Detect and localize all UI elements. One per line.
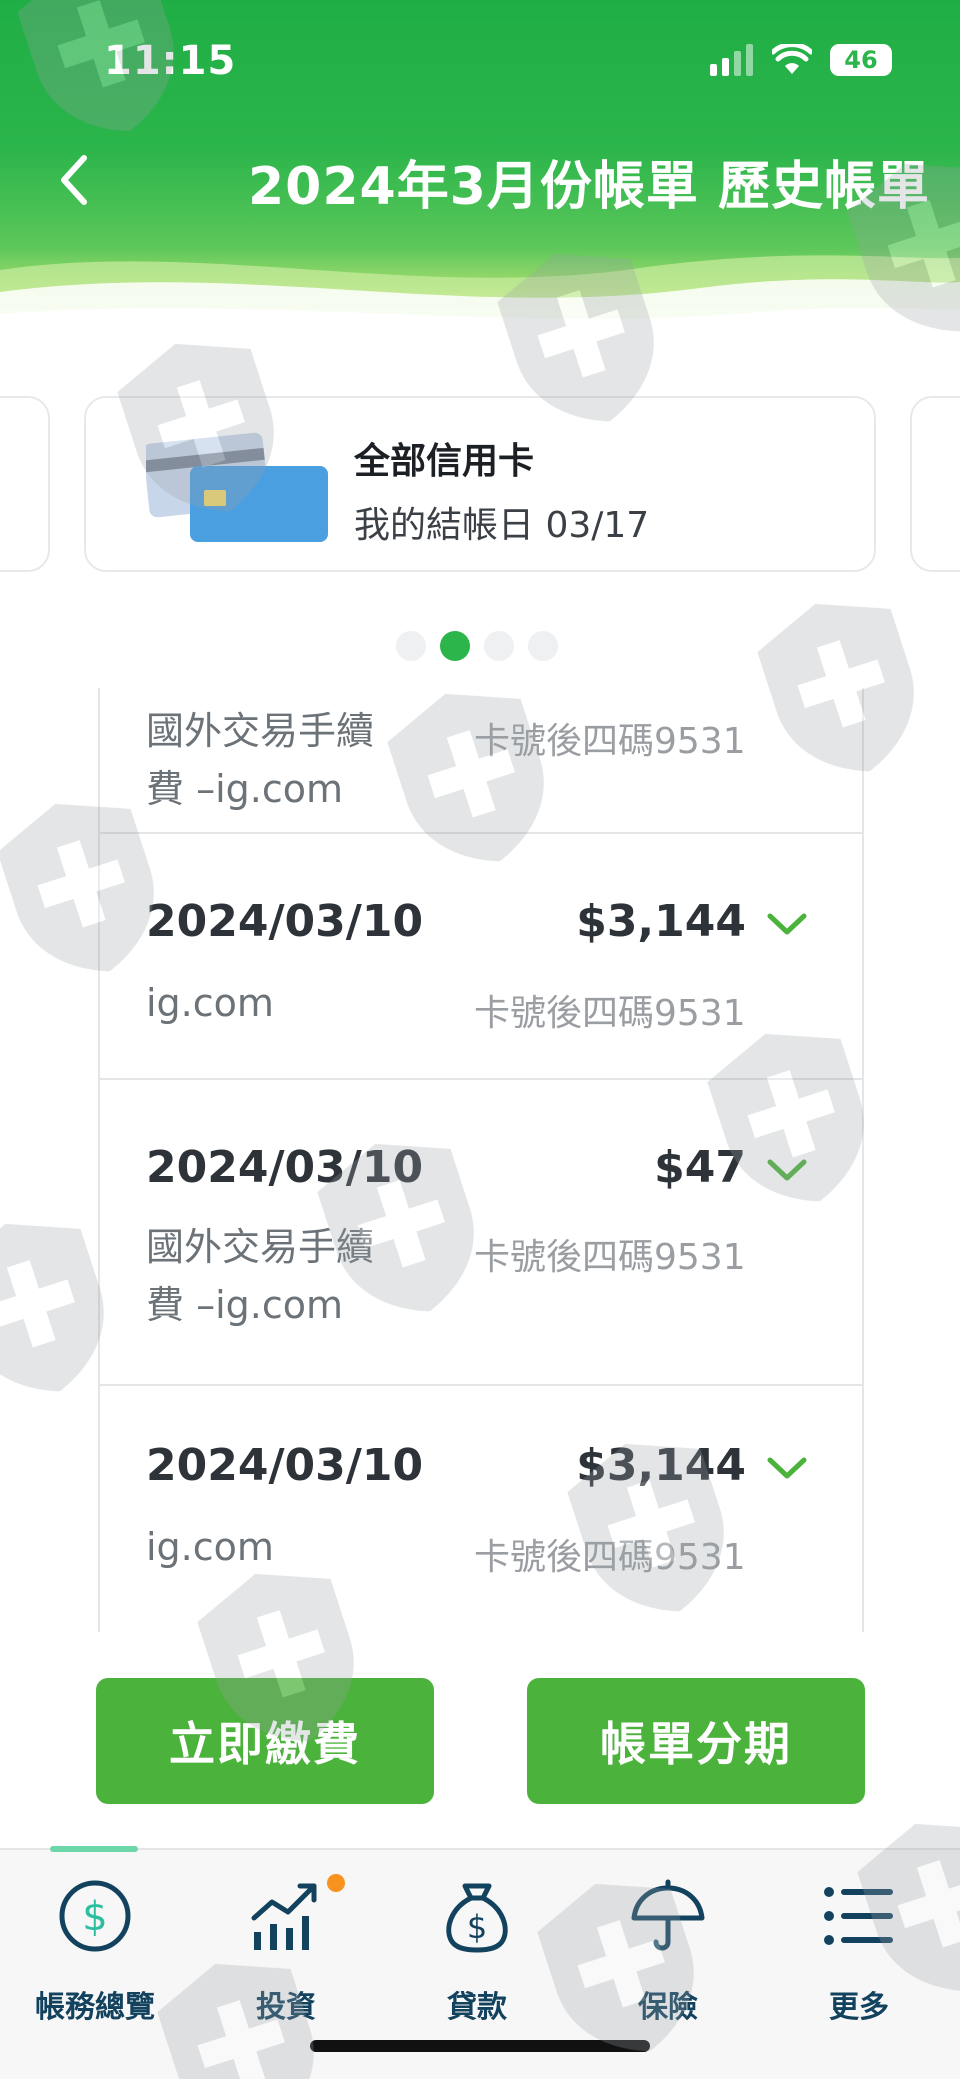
tab-label: 貸款 bbox=[447, 1990, 507, 2025]
tab-more[interactable]: 更多 bbox=[784, 1878, 934, 2025]
svg-text:$: $ bbox=[467, 1908, 487, 1946]
investment-chart-icon bbox=[251, 1883, 317, 1950]
transaction-date: 2024/03/10 bbox=[146, 1142, 424, 1193]
transaction-list[interactable]: 國外交易手續 費 –ig.com 卡號後四碼9531 2024/03/10 $3… bbox=[98, 688, 864, 1632]
chevron-down-icon[interactable] bbox=[766, 1156, 808, 1184]
credit-cards-icon bbox=[146, 432, 328, 542]
transaction-date: 2024/03/10 bbox=[146, 896, 424, 947]
status-icons: 46 bbox=[710, 44, 892, 76]
installment-button[interactable]: 帳單分期 bbox=[527, 1678, 865, 1804]
tab-insurance[interactable]: 保險 bbox=[593, 1878, 743, 2025]
notification-badge bbox=[327, 1874, 345, 1892]
transaction-card-number: 卡號後四碼9531 bbox=[474, 1537, 746, 1578]
wifi-icon bbox=[772, 44, 812, 74]
transaction-date: 2024/03/10 bbox=[146, 1440, 424, 1491]
money-bag-icon: $ bbox=[446, 1883, 508, 1953]
card-carousel-next-peek[interactable] bbox=[910, 396, 960, 572]
card-title: 全部信用卡 bbox=[354, 441, 535, 482]
dollar-circle-icon: $ bbox=[59, 1880, 131, 1952]
tab-loan[interactable]: $ 貸款 bbox=[402, 1878, 552, 2025]
tab-label: 帳務總覽 bbox=[35, 1990, 155, 2025]
transaction-card-number: 卡號後四碼9531 bbox=[474, 721, 746, 762]
status-time: 11:15 bbox=[104, 38, 237, 84]
pay-now-button[interactable]: 立即繳費 bbox=[96, 1678, 434, 1804]
transaction-row[interactable]: 2024/03/10 $47 國外交易手續 費 –ig.com 卡號後四碼953… bbox=[100, 1080, 862, 1386]
chevron-down-icon[interactable] bbox=[766, 910, 808, 938]
transaction-merchant: 國外交易手續 費 –ig.com bbox=[146, 709, 375, 811]
transaction-merchant: ig.com bbox=[146, 1525, 274, 1569]
signal-icon bbox=[710, 44, 753, 76]
back-button[interactable] bbox=[52, 148, 96, 212]
battery-indicator: 46 bbox=[830, 44, 892, 76]
action-bar: 立即繳費 帳單分期 bbox=[0, 1632, 960, 1848]
page-title: 2024年3月份帳單 歷史帳單 bbox=[248, 157, 931, 217]
tab-label: 投資 bbox=[256, 1990, 316, 2025]
pagination-dot[interactable] bbox=[528, 631, 558, 661]
home-indicator bbox=[310, 2040, 650, 2052]
pagination-dot[interactable] bbox=[484, 631, 514, 661]
transaction-merchant: ig.com bbox=[146, 981, 274, 1025]
active-tab-indicator bbox=[50, 1846, 138, 1852]
tab-label: 保險 bbox=[638, 1990, 698, 2025]
carousel-pagination bbox=[396, 631, 558, 661]
transaction-amount: $47 bbox=[654, 1142, 746, 1193]
transaction-card-number: 卡號後四碼9531 bbox=[474, 993, 746, 1034]
menu-list-icon bbox=[824, 1887, 893, 1945]
card-carousel-prev-peek[interactable] bbox=[0, 396, 50, 572]
app-header: 11:15 46 2024年3月份帳單 歷史帳單 bbox=[0, 0, 960, 330]
transaction-merchant: 國外交易手續 費 –ig.com bbox=[146, 1225, 375, 1327]
umbrella-icon bbox=[631, 1879, 705, 1951]
tab-account-overview[interactable]: $ 帳務總覽 bbox=[20, 1878, 170, 2025]
tab-investment[interactable]: 投資 bbox=[211, 1874, 361, 2025]
chevron-down-icon[interactable] bbox=[766, 1454, 808, 1482]
svg-text:$: $ bbox=[82, 1894, 107, 1940]
transaction-amount: $3,144 bbox=[576, 1440, 746, 1491]
pagination-dot-active[interactable] bbox=[440, 631, 470, 661]
header-wave-decoration bbox=[0, 255, 960, 330]
transaction-row[interactable]: 國外交易手續 費 –ig.com 卡號後四碼9531 bbox=[100, 688, 862, 834]
credit-card-selector[interactable]: 全部信用卡 我的結帳日 03/17 bbox=[84, 396, 876, 572]
tab-label: 更多 bbox=[829, 1990, 889, 2025]
transaction-row[interactable]: 2024/03/10 $3,144 ig.com 卡號後四碼9531 bbox=[100, 834, 862, 1080]
closing-day: 我的結帳日 03/17 bbox=[354, 505, 650, 546]
pagination-dot[interactable] bbox=[396, 631, 426, 661]
transaction-row[interactable]: 2024/03/10 $3,144 ig.com 卡號後四碼9531 bbox=[100, 1386, 862, 1632]
transaction-amount: $3,144 bbox=[576, 896, 746, 947]
transaction-card-number: 卡號後四碼9531 bbox=[474, 1237, 746, 1278]
chevron-left-icon bbox=[61, 155, 87, 205]
